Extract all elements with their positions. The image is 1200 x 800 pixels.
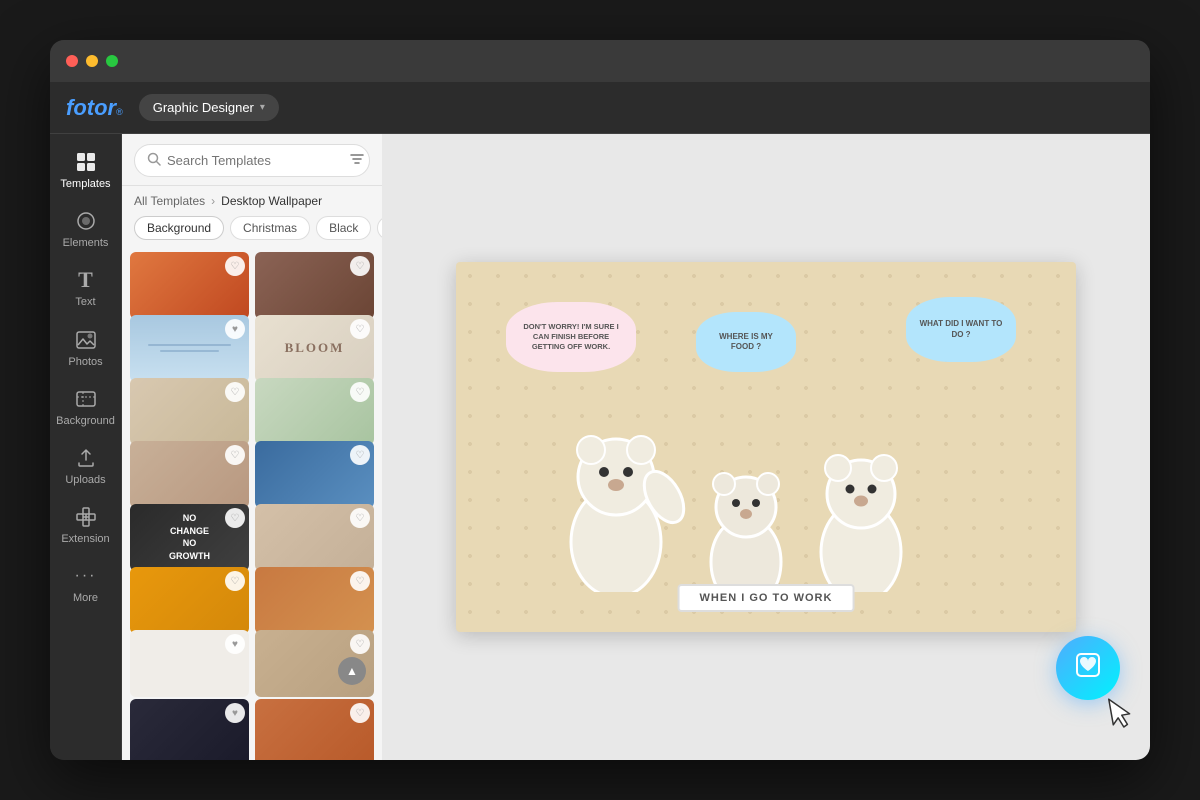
sidebar-item-uploads[interactable]: Uploads [54, 438, 118, 495]
top-bar: fotor ® Graphic Designer ▾ [50, 82, 1150, 134]
template-card[interactable]: ♡ [255, 378, 374, 445]
sidebar-item-elements[interactable]: Elements [54, 201, 118, 258]
template-card[interactable]: ♡ [130, 378, 249, 445]
heart-button[interactable]: ♥ [225, 319, 245, 339]
content-area: Templates Elements T Text [50, 134, 1150, 760]
heart-button[interactable]: ♡ [225, 445, 245, 465]
template-card[interactable]: ♡ [130, 441, 249, 508]
heart-button[interactable]: ♡ [350, 703, 370, 723]
bears-illustration [536, 372, 996, 592]
template-card[interactable]: ♡ [130, 567, 249, 634]
photos-icon [74, 328, 98, 352]
sidebar: Templates Elements T Text [50, 134, 122, 760]
graphic-designer-dropdown[interactable]: Graphic Designer ▾ [139, 94, 279, 121]
dropdown-label: Graphic Designer [153, 100, 254, 115]
close-btn[interactable] [66, 55, 78, 67]
template-card[interactable]: ♡ [255, 252, 374, 319]
sidebar-item-more[interactable]: ··· More [54, 556, 118, 613]
sidebar-item-photos[interactable]: Photos [54, 320, 118, 377]
sidebar-item-extension[interactable]: Extension [54, 497, 118, 554]
heart-button[interactable]: ♡ [350, 634, 370, 654]
more-icon: ··· [74, 564, 98, 588]
heart-button[interactable]: ♡ [350, 445, 370, 465]
heart-button[interactable]: ♡ [225, 382, 245, 402]
favorite-fab-button[interactable] [1056, 636, 1120, 700]
app-window: fotor ® Graphic Designer ▾ Templates [50, 40, 1150, 760]
filter-tags: Background Christmas Black Quote [122, 212, 382, 248]
template-card[interactable]: ♡ [255, 441, 374, 508]
sidebar-item-label-background: Background [56, 415, 115, 428]
logo: fotor ® [66, 95, 123, 121]
minimize-btn[interactable] [86, 55, 98, 67]
heart-button[interactable]: ♡ [225, 508, 245, 528]
sidebar-item-templates[interactable]: Templates [54, 142, 118, 199]
template-card[interactable]: ♥ [130, 630, 249, 697]
scroll-up-button[interactable]: ▲ [338, 657, 366, 685]
chevron-down-icon: ▾ [260, 102, 265, 113]
heart-button[interactable]: ♡ [350, 256, 370, 276]
sidebar-item-label-photos: Photos [68, 356, 102, 369]
extension-icon [74, 505, 98, 529]
filter-tag-black[interactable]: Black [316, 216, 371, 240]
heart-icon [1074, 651, 1102, 686]
canvas-area: DON'T WORRY! I'M SURE I CAN FINISH BEFOR… [382, 134, 1150, 760]
sidebar-item-background[interactable]: Background [54, 379, 118, 436]
search-icon [147, 152, 161, 169]
sidebar-item-label-more: More [73, 592, 98, 605]
speech-bubble-2: WHERE IS MY FOOD ? [696, 312, 796, 372]
templates-panel: All Templates › Desktop Wallpaper Backgr… [122, 134, 382, 760]
heart-button[interactable]: ♡ [350, 319, 370, 339]
sidebar-item-label-elements: Elements [63, 237, 109, 250]
filter-tag-christmas[interactable]: Christmas [230, 216, 310, 240]
heart-button[interactable]: ♥ [225, 634, 245, 654]
templates-icon [74, 150, 98, 174]
filter-icon[interactable] [349, 151, 365, 170]
title-bar [50, 40, 1150, 82]
template-card[interactable]: ♡ [130, 252, 249, 319]
heart-button[interactable]: ♡ [225, 571, 245, 591]
template-card[interactable]: ♡ [255, 699, 374, 760]
sidebar-item-label-text: Text [75, 296, 95, 309]
template-card[interactable]: ♡ [255, 504, 374, 571]
text-icon: T [74, 268, 98, 292]
sidebar-item-label-templates: Templates [60, 178, 110, 191]
breadcrumb-all[interactable]: All Templates [134, 194, 205, 208]
uploads-icon [74, 446, 98, 470]
sidebar-item-label-uploads: Uploads [65, 474, 105, 487]
heart-button[interactable]: ♡ [350, 382, 370, 402]
heart-button[interactable]: ♡ [350, 571, 370, 591]
template-card[interactable]: BLOOM ♡ [255, 315, 374, 382]
templates-grid: ♡ ♡ ♥ BLOOM ♡ [122, 248, 382, 760]
heart-button[interactable]: ♥ [225, 703, 245, 723]
search-input[interactable] [167, 153, 343, 168]
sidebar-item-label-extension: Extension [61, 533, 109, 546]
breadcrumb-current: Desktop Wallpaper [221, 194, 322, 208]
breadcrumb: All Templates › Desktop Wallpaper [122, 186, 382, 212]
filter-tag-background[interactable]: Background [134, 216, 224, 240]
background-icon [74, 387, 98, 411]
template-card[interactable]: ♡ [255, 567, 374, 634]
canvas: DON'T WORRY! I'M SURE I CAN FINISH BEFOR… [456, 262, 1076, 632]
sidebar-item-text[interactable]: T Text [54, 260, 118, 317]
logo-text: fotor [66, 95, 116, 121]
breadcrumb-separator: › [211, 194, 215, 208]
elements-icon [74, 209, 98, 233]
search-area [122, 134, 382, 186]
speech-bubble-1: DON'T WORRY! I'M SURE I CAN FINISH BEFOR… [506, 302, 636, 372]
heart-button[interactable]: ♡ [350, 508, 370, 528]
template-card[interactable]: NOCHANGENOGROWTH ♡ [130, 504, 249, 571]
template-card[interactable]: ♥ [130, 315, 249, 382]
maximize-btn[interactable] [106, 55, 118, 67]
bottom-banner: WHEN I GO TO WORK [678, 584, 855, 612]
template-card[interactable]: ♥ [130, 699, 249, 760]
logo-superscript: ® [116, 107, 123, 117]
speech-bubble-3: WHAT DID I WANT TO DO ? [906, 297, 1016, 362]
cursor-icon [1104, 693, 1141, 741]
heart-button[interactable]: ♡ [225, 256, 245, 276]
search-box [134, 144, 370, 177]
